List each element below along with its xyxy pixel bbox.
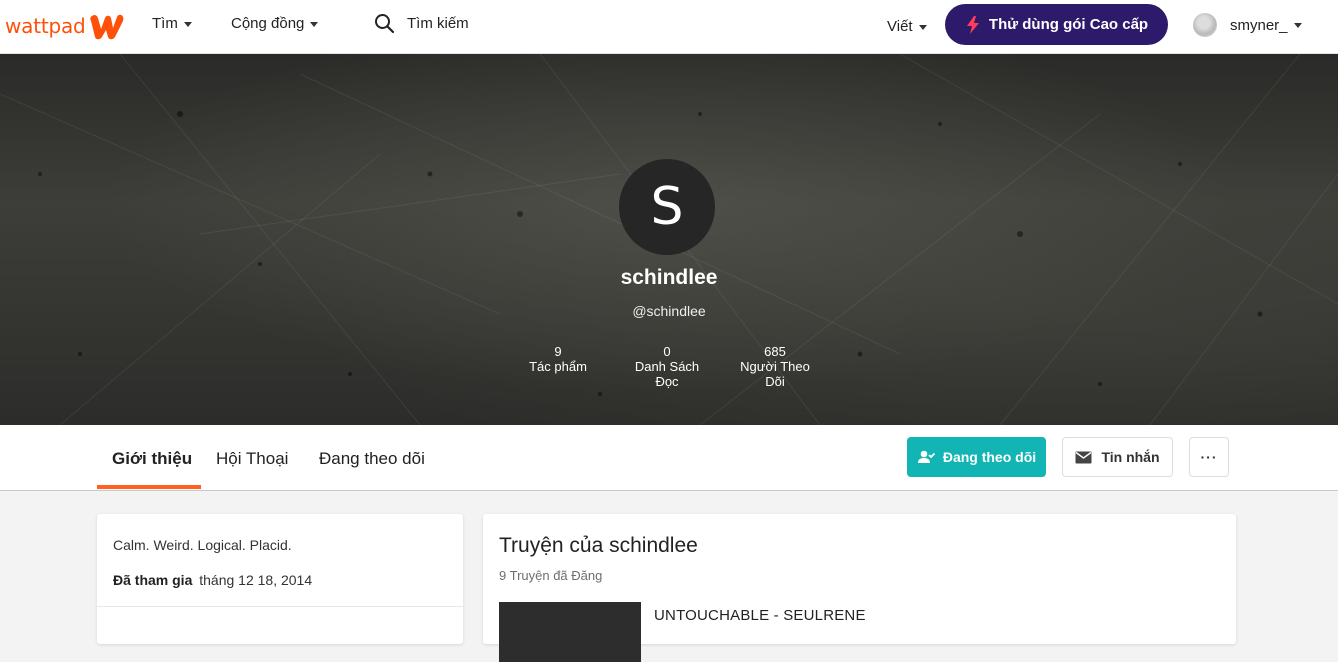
profile-tab-bar: Giới thiệu Hội Thoại Đang theo dõi Đang … — [0, 425, 1338, 491]
message-button[interactable]: Tin nhắn — [1062, 437, 1173, 477]
search-bar — [374, 13, 607, 34]
stat-label: Tác phẩm — [529, 359, 587, 374]
community-label: Cộng đồng — [231, 15, 305, 32]
search-input[interactable] — [407, 15, 607, 32]
lightning-icon — [966, 15, 979, 34]
chevron-down-icon — [183, 21, 192, 27]
chevron-down-icon — [310, 21, 319, 27]
profile-header: S schindlee @schindlee 9 Tác phẩm 0 Danh… — [0, 54, 1338, 425]
stat-value: 0 — [663, 344, 671, 359]
more-icon: ··· — [1200, 449, 1218, 465]
profile-handle: @schindlee — [632, 303, 706, 319]
browse-label: Tìm — [152, 15, 178, 32]
divider — [97, 606, 463, 607]
profile-avatar: S — [619, 159, 715, 255]
premium-label: Thử dùng gói Cao cấp — [988, 16, 1149, 33]
stories-card: Truyện của schindlee 9 Truyện đã Đăng UN… — [483, 514, 1236, 662]
write-label: Viết — [887, 18, 913, 35]
stories-count: 9 Truyện đã Đăng — [499, 568, 603, 583]
try-premium-button[interactable]: Thử dùng gói Cao cấp — [945, 4, 1168, 45]
chevron-down-icon — [1293, 23, 1302, 28]
story-cover[interactable] — [499, 602, 641, 662]
story-title[interactable]: UNTOUCHABLE - SEULRENE — [654, 607, 866, 624]
user-check-icon — [917, 450, 935, 463]
wattpad-w-icon — [89, 14, 123, 40]
profile-bio: Calm. Weird. Logical. Placid. — [113, 537, 292, 553]
joined-info: Đã tham gia tháng 12 18, 2014 — [113, 572, 312, 588]
message-label: Tin nhắn — [1101, 449, 1160, 465]
about-card: Calm. Weird. Logical. Placid. Đã tham gi… — [97, 514, 463, 644]
community-menu[interactable]: Cộng đồng — [231, 15, 319, 32]
stat-label: Đọc — [655, 374, 679, 389]
stat-label: Người Theo — [740, 359, 810, 374]
search-icon[interactable] — [374, 13, 395, 34]
avatar — [1193, 13, 1217, 37]
more-options-button[interactable]: ··· — [1189, 437, 1229, 477]
joined-label: Đã tham gia — [113, 572, 193, 588]
browse-menu[interactable]: Tìm — [152, 15, 192, 32]
write-menu[interactable]: Viết — [887, 18, 927, 35]
envelope-icon — [1075, 451, 1092, 463]
following-button[interactable]: Đang theo dõi — [907, 437, 1046, 477]
profile-display-name: schindlee — [620, 266, 718, 289]
tab-conversations[interactable]: Hội Thoại — [216, 449, 288, 469]
logo-text: wattpad — [5, 14, 86, 38]
tab-about[interactable]: Giới thiệu — [112, 449, 192, 469]
stat-followers[interactable]: 685 Người Theo Dõi — [725, 344, 825, 389]
stat-value: 685 — [764, 344, 786, 359]
following-label: Đang theo dõi — [942, 449, 1037, 465]
chevron-down-icon — [918, 24, 927, 30]
user-menu[interactable]: smyner_ — [1193, 13, 1302, 37]
stat-label: Danh Sách — [634, 359, 700, 374]
tab-following[interactable]: Đang theo dõi — [319, 449, 425, 469]
username: smyner_ — [1230, 16, 1288, 34]
stat-works[interactable]: 9 Tác phẩm — [508, 344, 608, 374]
joined-date: tháng 12 18, 2014 — [199, 572, 313, 588]
stat-reading-lists[interactable]: 0 Danh Sách Đọc — [617, 344, 717, 389]
stat-label: Dõi — [765, 374, 785, 389]
active-tab-indicator — [97, 485, 201, 489]
wattpad-logo[interactable]: wattpad — [5, 10, 125, 42]
top-navigation: wattpad Tìm Cộng đồng Viết Thử dùng gói … — [0, 0, 1338, 54]
stories-title: Truyện của schindlee — [499, 534, 698, 557]
stat-value: 9 — [554, 344, 562, 359]
